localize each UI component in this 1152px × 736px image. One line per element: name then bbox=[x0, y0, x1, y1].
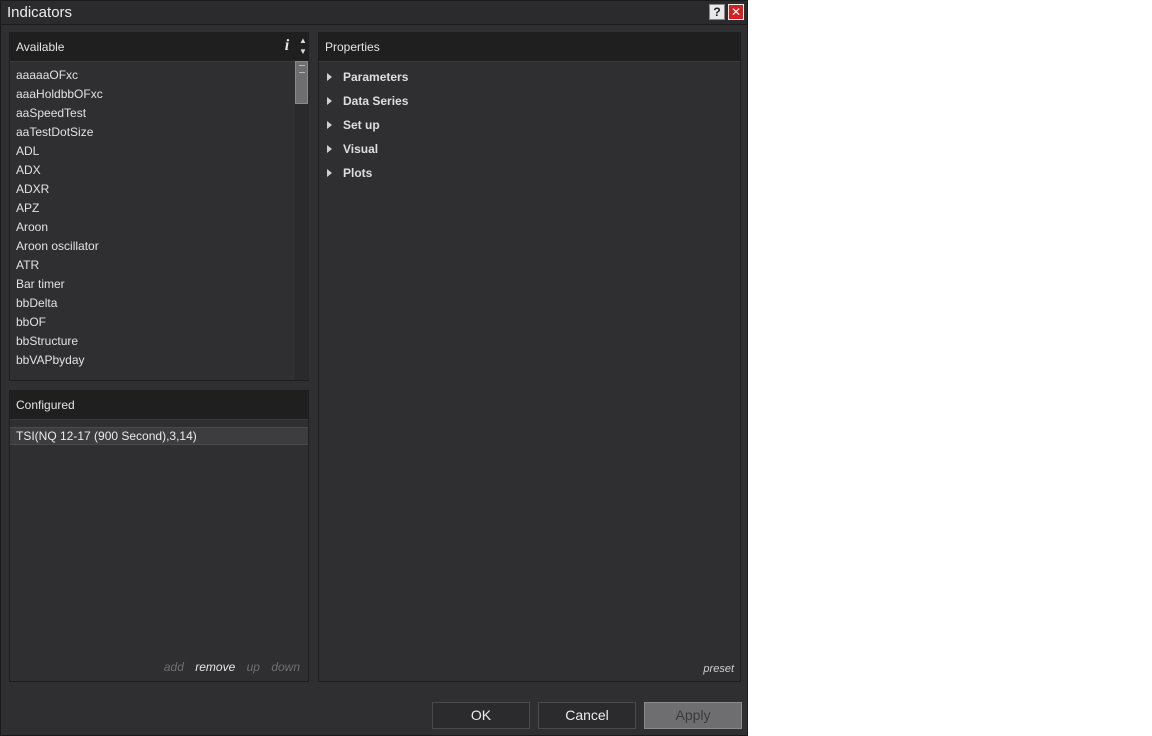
list-item[interactable]: aaaaaOFxc bbox=[10, 66, 294, 85]
expand-triangle-icon[interactable] bbox=[327, 121, 332, 129]
properties-title: Properties bbox=[325, 40, 380, 54]
configured-header: Configured bbox=[10, 391, 308, 420]
list-item[interactable]: APZ bbox=[10, 199, 294, 218]
properties-sections: Parameters Data Series Set up Visual Plots bbox=[319, 69, 408, 189]
expand-triangle-icon[interactable] bbox=[327, 169, 332, 177]
ok-button[interactable]: OK bbox=[432, 702, 530, 729]
property-section-label: Set up bbox=[343, 118, 380, 132]
property-section[interactable]: Parameters bbox=[319, 69, 408, 93]
list-item[interactable]: Bar timer bbox=[10, 275, 294, 294]
down-button[interactable]: down bbox=[271, 660, 300, 674]
info-icon[interactable]: i bbox=[280, 37, 294, 55]
property-section-label: Data Series bbox=[343, 94, 409, 108]
up-button[interactable]: up bbox=[247, 660, 260, 674]
property-section[interactable]: Set up bbox=[319, 117, 408, 141]
window-title: Indicators bbox=[7, 4, 73, 21]
list-item[interactable]: ATR bbox=[10, 256, 294, 275]
property-section-label: Visual bbox=[343, 142, 379, 156]
sort-down-icon[interactable]: ▼ bbox=[298, 47, 308, 57]
list-item[interactable]: bbOF bbox=[10, 313, 294, 332]
sort-up-icon[interactable]: ▲ bbox=[298, 36, 308, 46]
list-item[interactable]: bbDelta bbox=[10, 294, 294, 313]
available-panel: Available i ▲ ▼ aaaaaOFxc aaaHoldbbOFxc aa… bbox=[9, 32, 309, 381]
properties-header: Properties bbox=[319, 33, 740, 62]
expand-triangle-icon[interactable] bbox=[327, 97, 332, 105]
list-item[interactable]: ADX bbox=[10, 161, 294, 180]
configured-item[interactable]: TSI(NQ 12-17 (900 Second),3,14) bbox=[10, 427, 308, 445]
configured-actions: add remove up down bbox=[156, 660, 300, 674]
configured-panel: Configured TSI(NQ 12-17 (900 Second),3,1… bbox=[9, 390, 309, 682]
list-item[interactable]: aaaHoldbbOFxc bbox=[10, 85, 294, 104]
list-item[interactable]: ADL bbox=[10, 142, 294, 161]
list-item[interactable]: bbStructure bbox=[10, 332, 294, 351]
configured-title: Configured bbox=[16, 398, 75, 412]
property-section[interactable]: Plots bbox=[319, 165, 408, 189]
list-item[interactable]: Aroon oscillator bbox=[10, 237, 294, 256]
available-header: Available i ▲ ▼ bbox=[10, 33, 308, 62]
available-title: Available bbox=[16, 40, 65, 54]
grip-icon bbox=[299, 65, 305, 73]
list-item[interactable]: Aroon bbox=[10, 218, 294, 237]
add-button[interactable]: add bbox=[164, 660, 184, 674]
cancel-button[interactable]: Cancel bbox=[538, 702, 636, 729]
property-section-label: Plots bbox=[343, 166, 373, 180]
scroll-thumb[interactable] bbox=[295, 61, 308, 104]
list-item[interactable]: ADXR bbox=[10, 180, 294, 199]
remove-button[interactable]: remove bbox=[195, 660, 235, 674]
list-item[interactable]: bbVAPbyday bbox=[10, 351, 294, 370]
property-section-label: Parameters bbox=[343, 70, 409, 84]
available-scrollbar[interactable] bbox=[295, 61, 309, 380]
property-section[interactable]: Data Series bbox=[319, 93, 408, 117]
list-item[interactable]: aaTestDotSize bbox=[10, 123, 294, 142]
available-list: aaaaaOFxc aaaHoldbbOFxc aaSpeedTest aaTestD… bbox=[10, 66, 294, 370]
expand-triangle-icon[interactable] bbox=[327, 145, 332, 153]
properties-panel: Properties Parameters Data Series Set up Vi… bbox=[318, 32, 741, 682]
property-section[interactable]: Visual bbox=[319, 141, 408, 165]
preset-link[interactable]: preset bbox=[703, 663, 734, 675]
help-icon[interactable]: ? bbox=[709, 4, 725, 20]
apply-button[interactable]: Apply bbox=[644, 702, 742, 729]
indicators-dialog: Indicators ? ✕ Available i ▲ ▼ aaaaaOFxc… bbox=[0, 0, 748, 736]
expand-triangle-icon[interactable] bbox=[327, 73, 332, 81]
title-bar: Indicators ? ✕ bbox=[1, 1, 747, 25]
list-item[interactable]: aaSpeedTest bbox=[10, 104, 294, 123]
close-icon[interactable]: ✕ bbox=[728, 4, 744, 20]
